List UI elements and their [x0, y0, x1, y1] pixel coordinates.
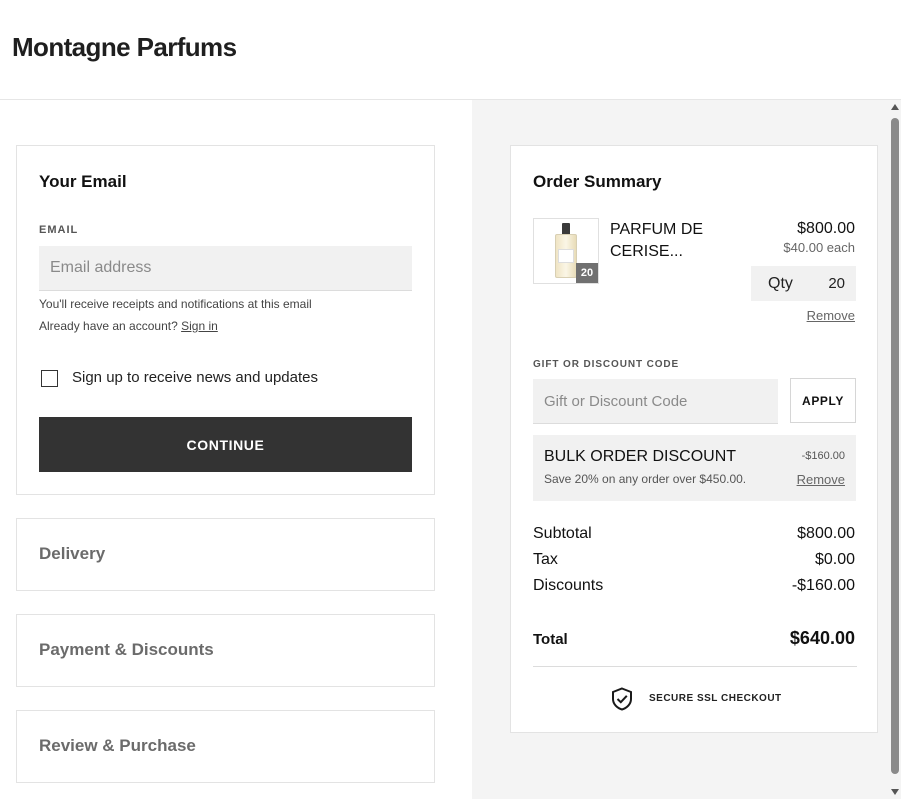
total-value: $640.00 [789, 628, 855, 648]
tax-label: Tax [533, 551, 558, 568]
newsletter-checkbox[interactable] [41, 370, 58, 387]
quantity-stepper[interactable]: Qty 20 [751, 266, 856, 301]
summary-divider [533, 666, 857, 667]
email-section: Your Email EMAIL You'll receive receipts… [16, 145, 435, 495]
product-unit-price: $40.00 each [783, 240, 855, 255]
delivery-step-title: Delivery [39, 544, 106, 563]
subtotal-value: $800.00 [797, 525, 855, 542]
scroll-up-arrow-icon[interactable] [891, 104, 899, 110]
discount-amount: -$160.00 [801, 450, 845, 462]
product-price: $800.00 [797, 220, 855, 237]
email-field-label: EMAIL [39, 224, 79, 236]
payment-step: Payment & Discounts [16, 614, 435, 687]
review-step: Review & Purchase [16, 710, 435, 783]
remove-discount-link[interactable]: Remove [797, 472, 845, 487]
remove-item-link[interactable]: Remove [807, 308, 855, 323]
newsletter-label[interactable]: Sign up to receive news and updates [72, 369, 318, 386]
email-section-title: Your Email [39, 172, 127, 191]
subtotal-label: Subtotal [533, 525, 592, 542]
applied-discount: BULK ORDER DISCOUNT Save 20% on any orde… [533, 435, 856, 501]
continue-button[interactable]: CONTINUE [39, 417, 412, 472]
quantity-badge: 20 [576, 263, 598, 283]
sign-in-link[interactable]: Sign in [181, 319, 218, 333]
account-prompt-text: Already have an account? [39, 319, 178, 333]
checkout-steps-panel: Your Email EMAIL You'll receive receipts… [0, 100, 472, 799]
gift-code-input[interactable] [533, 379, 778, 424]
order-summary-card: Order Summary 20 PARFUM DE CERISE... $80… [510, 145, 878, 733]
order-summary-panel: Order Summary 20 PARFUM DE CERISE... $80… [472, 100, 901, 799]
total-label: Total [533, 631, 568, 648]
discount-description: Save 20% on any order over $450.00. [544, 472, 747, 486]
site-header: Montagne Parfums [0, 0, 901, 100]
qty-value[interactable]: 20 [828, 275, 845, 292]
receipt-note: You'll receive receipts and notification… [39, 297, 312, 311]
product-thumbnail: 20 [533, 218, 599, 284]
payment-step-title: Payment & Discounts [39, 640, 214, 659]
scrollbar-thumb[interactable] [891, 118, 899, 774]
discounts-label: Discounts [533, 577, 604, 594]
shield-check-icon [612, 687, 632, 711]
discounts-value: -$160.00 [791, 577, 855, 594]
brand-logo[interactable]: Montagne Parfums [12, 32, 237, 63]
scroll-down-arrow-icon[interactable] [891, 789, 899, 795]
delivery-step: Delivery [16, 518, 435, 591]
gift-code-label: GIFT OR DISCOUNT CODE [533, 359, 680, 370]
apply-button[interactable]: APPLY [790, 378, 856, 423]
vertical-scrollbar[interactable] [889, 100, 901, 799]
account-prompt: Already have an account? Sign in [39, 319, 218, 333]
order-summary-title: Order Summary [533, 172, 662, 191]
email-field[interactable] [39, 246, 412, 291]
discount-name: BULK ORDER DISCOUNT [544, 448, 737, 465]
secure-checkout-label: SECURE SSL CHECKOUT [649, 693, 782, 704]
review-step-title: Review & Purchase [39, 736, 196, 755]
qty-label: Qty [768, 275, 793, 292]
tax-value: $0.00 [814, 551, 855, 568]
product-name: PARFUM DE CERISE... [610, 221, 704, 260]
